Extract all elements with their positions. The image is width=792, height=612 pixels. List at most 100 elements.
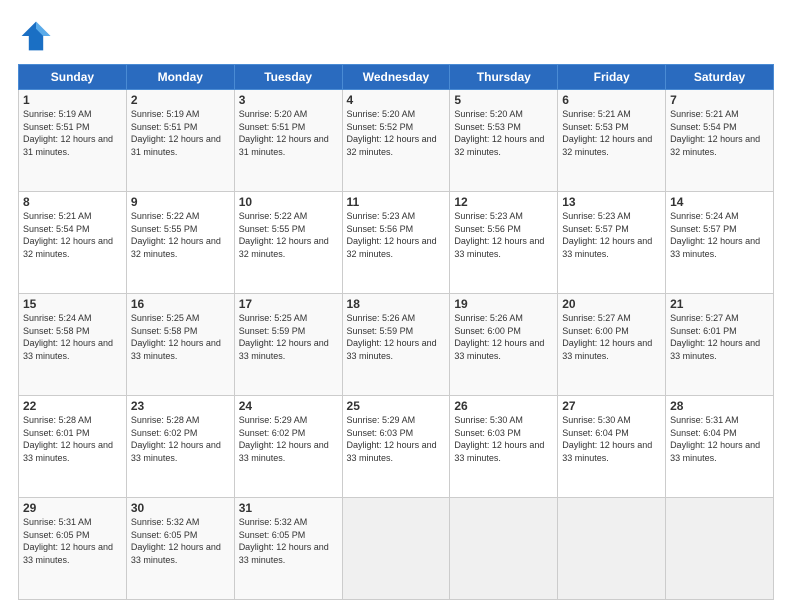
day-info: Sunrise: 5:29 AMSunset: 6:03 PMDaylight:… xyxy=(347,415,437,463)
day-number: 25 xyxy=(347,399,446,413)
calendar-cell: 30 Sunrise: 5:32 AMSunset: 6:05 PMDayligh… xyxy=(126,498,234,600)
calendar-cell: 12Sunrise: 5:23 AMSunset: 5:56 PMDayligh… xyxy=(450,192,558,294)
day-number: 27 xyxy=(562,399,661,413)
day-number: 28 xyxy=(670,399,769,413)
calendar-cell: 3 Sunrise: 5:20 AMSunset: 5:51 PMDaylight… xyxy=(234,90,342,192)
calendar-cell xyxy=(666,498,774,600)
day-info: Sunrise: 5:27 AMSunset: 6:01 PMDaylight:… xyxy=(670,313,760,361)
day-number: 17 xyxy=(239,297,338,311)
calendar-cell: 11Sunrise: 5:23 AMSunset: 5:56 PMDayligh… xyxy=(342,192,450,294)
calendar-header-row: SundayMondayTuesdayWednesdayThursdayFrid… xyxy=(19,65,774,90)
calendar-cell xyxy=(558,498,666,600)
calendar-cell: 26Sunrise: 5:30 AMSunset: 6:03 PMDayligh… xyxy=(450,396,558,498)
calendar-cell: 25 Sunrise: 5:29 AMSunset: 6:03 PMDayligh… xyxy=(342,396,450,498)
day-info: Sunrise: 5:20 AMSunset: 5:53 PMDaylight:… xyxy=(454,109,544,157)
day-info: Sunrise: 5:31 AMSunset: 6:05 PMDaylight:… xyxy=(23,517,113,565)
day-info: Sunrise: 5:26 AMSunset: 5:59 PMDaylight:… xyxy=(347,313,437,361)
day-info: Sunrise: 5:27 AMSunset: 6:00 PMDaylight:… xyxy=(562,313,652,361)
day-number: 9 xyxy=(131,195,230,209)
calendar-cell: 28 Sunrise: 5:31 AMSunset: 6:04 PMDayligh… xyxy=(666,396,774,498)
calendar-cell: 5 Sunrise: 5:20 AMSunset: 5:53 PMDaylight… xyxy=(450,90,558,192)
calendar-cell: 13 Sunrise: 5:23 AMSunset: 5:57 PMDayligh… xyxy=(558,192,666,294)
day-info: Sunrise: 5:19 AMSunset: 5:51 PMDaylight:… xyxy=(23,109,113,157)
day-number: 31 xyxy=(239,501,338,515)
day-number: 1 xyxy=(23,93,122,107)
day-info: Sunrise: 5:28 AMSunset: 6:02 PMDaylight:… xyxy=(131,415,221,463)
day-info: Sunrise: 5:30 AMSunset: 6:04 PMDaylight:… xyxy=(562,415,652,463)
calendar-table: SundayMondayTuesdayWednesdayThursdayFrid… xyxy=(18,64,774,600)
logo xyxy=(18,18,60,54)
calendar-day-header: Saturday xyxy=(666,65,774,90)
calendar-week-row: 15Sunrise: 5:24 AMSunset: 5:58 PMDayligh… xyxy=(19,294,774,396)
day-number: 22 xyxy=(23,399,122,413)
day-number: 2 xyxy=(131,93,230,107)
calendar-cell xyxy=(450,498,558,600)
calendar-cell: 20Sunrise: 5:27 AMSunset: 6:00 PMDayligh… xyxy=(558,294,666,396)
day-info: Sunrise: 5:19 AMSunset: 5:51 PMDaylight:… xyxy=(131,109,221,157)
day-info: Sunrise: 5:23 AMSunset: 5:57 PMDaylight:… xyxy=(562,211,652,259)
day-number: 18 xyxy=(347,297,446,311)
day-number: 5 xyxy=(454,93,553,107)
calendar-body: 1 Sunrise: 5:19 AMSunset: 5:51 PMDaylight… xyxy=(19,90,774,600)
day-info: Sunrise: 5:25 AMSunset: 5:59 PMDaylight:… xyxy=(239,313,329,361)
calendar-cell: 8 Sunrise: 5:21 AMSunset: 5:54 PMDaylight… xyxy=(19,192,127,294)
day-number: 7 xyxy=(670,93,769,107)
calendar-cell: 6Sunrise: 5:21 AMSunset: 5:53 PMDaylight… xyxy=(558,90,666,192)
day-info: Sunrise: 5:22 AMSunset: 5:55 PMDaylight:… xyxy=(239,211,329,259)
day-info: Sunrise: 5:28 AMSunset: 6:01 PMDaylight:… xyxy=(23,415,113,463)
calendar-cell: 21 Sunrise: 5:27 AMSunset: 6:01 PMDayligh… xyxy=(666,294,774,396)
calendar-day-header: Friday xyxy=(558,65,666,90)
day-info: Sunrise: 5:24 AMSunset: 5:57 PMDaylight:… xyxy=(670,211,760,259)
day-number: 6 xyxy=(562,93,661,107)
day-number: 21 xyxy=(670,297,769,311)
day-info: Sunrise: 5:26 AMSunset: 6:00 PMDaylight:… xyxy=(454,313,544,361)
day-info: Sunrise: 5:25 AMSunset: 5:58 PMDaylight:… xyxy=(131,313,221,361)
header xyxy=(18,18,774,54)
calendar-cell: 22 Sunrise: 5:28 AMSunset: 6:01 PMDayligh… xyxy=(19,396,127,498)
day-number: 12 xyxy=(454,195,553,209)
calendar-day-header: Monday xyxy=(126,65,234,90)
page: SundayMondayTuesdayWednesdayThursdayFrid… xyxy=(0,0,792,612)
calendar-cell: 4Sunrise: 5:20 AMSunset: 5:52 PMDaylight… xyxy=(342,90,450,192)
calendar-cell: 1 Sunrise: 5:19 AMSunset: 5:51 PMDaylight… xyxy=(19,90,127,192)
day-info: Sunrise: 5:31 AMSunset: 6:04 PMDaylight:… xyxy=(670,415,760,463)
calendar-day-header: Thursday xyxy=(450,65,558,90)
day-info: Sunrise: 5:32 AMSunset: 6:05 PMDaylight:… xyxy=(131,517,221,565)
day-number: 23 xyxy=(131,399,230,413)
day-number: 3 xyxy=(239,93,338,107)
day-info: Sunrise: 5:32 AMSunset: 6:05 PMDaylight:… xyxy=(239,517,329,565)
calendar-cell xyxy=(342,498,450,600)
day-info: Sunrise: 5:23 AMSunset: 5:56 PMDaylight:… xyxy=(347,211,437,259)
day-number: 16 xyxy=(131,297,230,311)
day-number: 4 xyxy=(347,93,446,107)
day-info: Sunrise: 5:21 AMSunset: 5:54 PMDaylight:… xyxy=(670,109,760,157)
calendar-week-row: 29 Sunrise: 5:31 AMSunset: 6:05 PMDayligh… xyxy=(19,498,774,600)
calendar-day-header: Tuesday xyxy=(234,65,342,90)
day-info: Sunrise: 5:20 AMSunset: 5:51 PMDaylight:… xyxy=(239,109,329,157)
day-number: 13 xyxy=(562,195,661,209)
calendar-cell: 31 Sunrise: 5:32 AMSunset: 6:05 PMDayligh… xyxy=(234,498,342,600)
calendar-cell: 14Sunrise: 5:24 AMSunset: 5:57 PMDayligh… xyxy=(666,192,774,294)
day-number: 30 xyxy=(131,501,230,515)
calendar-cell: 24Sunrise: 5:29 AMSunset: 6:02 PMDayligh… xyxy=(234,396,342,498)
calendar-day-header: Wednesday xyxy=(342,65,450,90)
calendar-week-row: 8 Sunrise: 5:21 AMSunset: 5:54 PMDaylight… xyxy=(19,192,774,294)
calendar-day-header: Sunday xyxy=(19,65,127,90)
day-number: 29 xyxy=(23,501,122,515)
calendar-cell: 29 Sunrise: 5:31 AMSunset: 6:05 PMDayligh… xyxy=(19,498,127,600)
calendar-cell: 10Sunrise: 5:22 AMSunset: 5:55 PMDayligh… xyxy=(234,192,342,294)
day-number: 24 xyxy=(239,399,338,413)
logo-icon xyxy=(18,18,54,54)
calendar-cell: 16 Sunrise: 5:25 AMSunset: 5:58 PMDayligh… xyxy=(126,294,234,396)
day-number: 8 xyxy=(23,195,122,209)
calendar-week-row: 1 Sunrise: 5:19 AMSunset: 5:51 PMDaylight… xyxy=(19,90,774,192)
calendar-cell: 18 Sunrise: 5:26 AMSunset: 5:59 PMDayligh… xyxy=(342,294,450,396)
day-info: Sunrise: 5:24 AMSunset: 5:58 PMDaylight:… xyxy=(23,313,113,361)
calendar-cell: 2 Sunrise: 5:19 AMSunset: 5:51 PMDaylight… xyxy=(126,90,234,192)
day-info: Sunrise: 5:21 AMSunset: 5:54 PMDaylight:… xyxy=(23,211,113,259)
calendar-cell: 27 Sunrise: 5:30 AMSunset: 6:04 PMDayligh… xyxy=(558,396,666,498)
day-number: 19 xyxy=(454,297,553,311)
calendar-cell: 17 Sunrise: 5:25 AMSunset: 5:59 PMDayligh… xyxy=(234,294,342,396)
day-info: Sunrise: 5:22 AMSunset: 5:55 PMDaylight:… xyxy=(131,211,221,259)
day-info: Sunrise: 5:30 AMSunset: 6:03 PMDaylight:… xyxy=(454,415,544,463)
